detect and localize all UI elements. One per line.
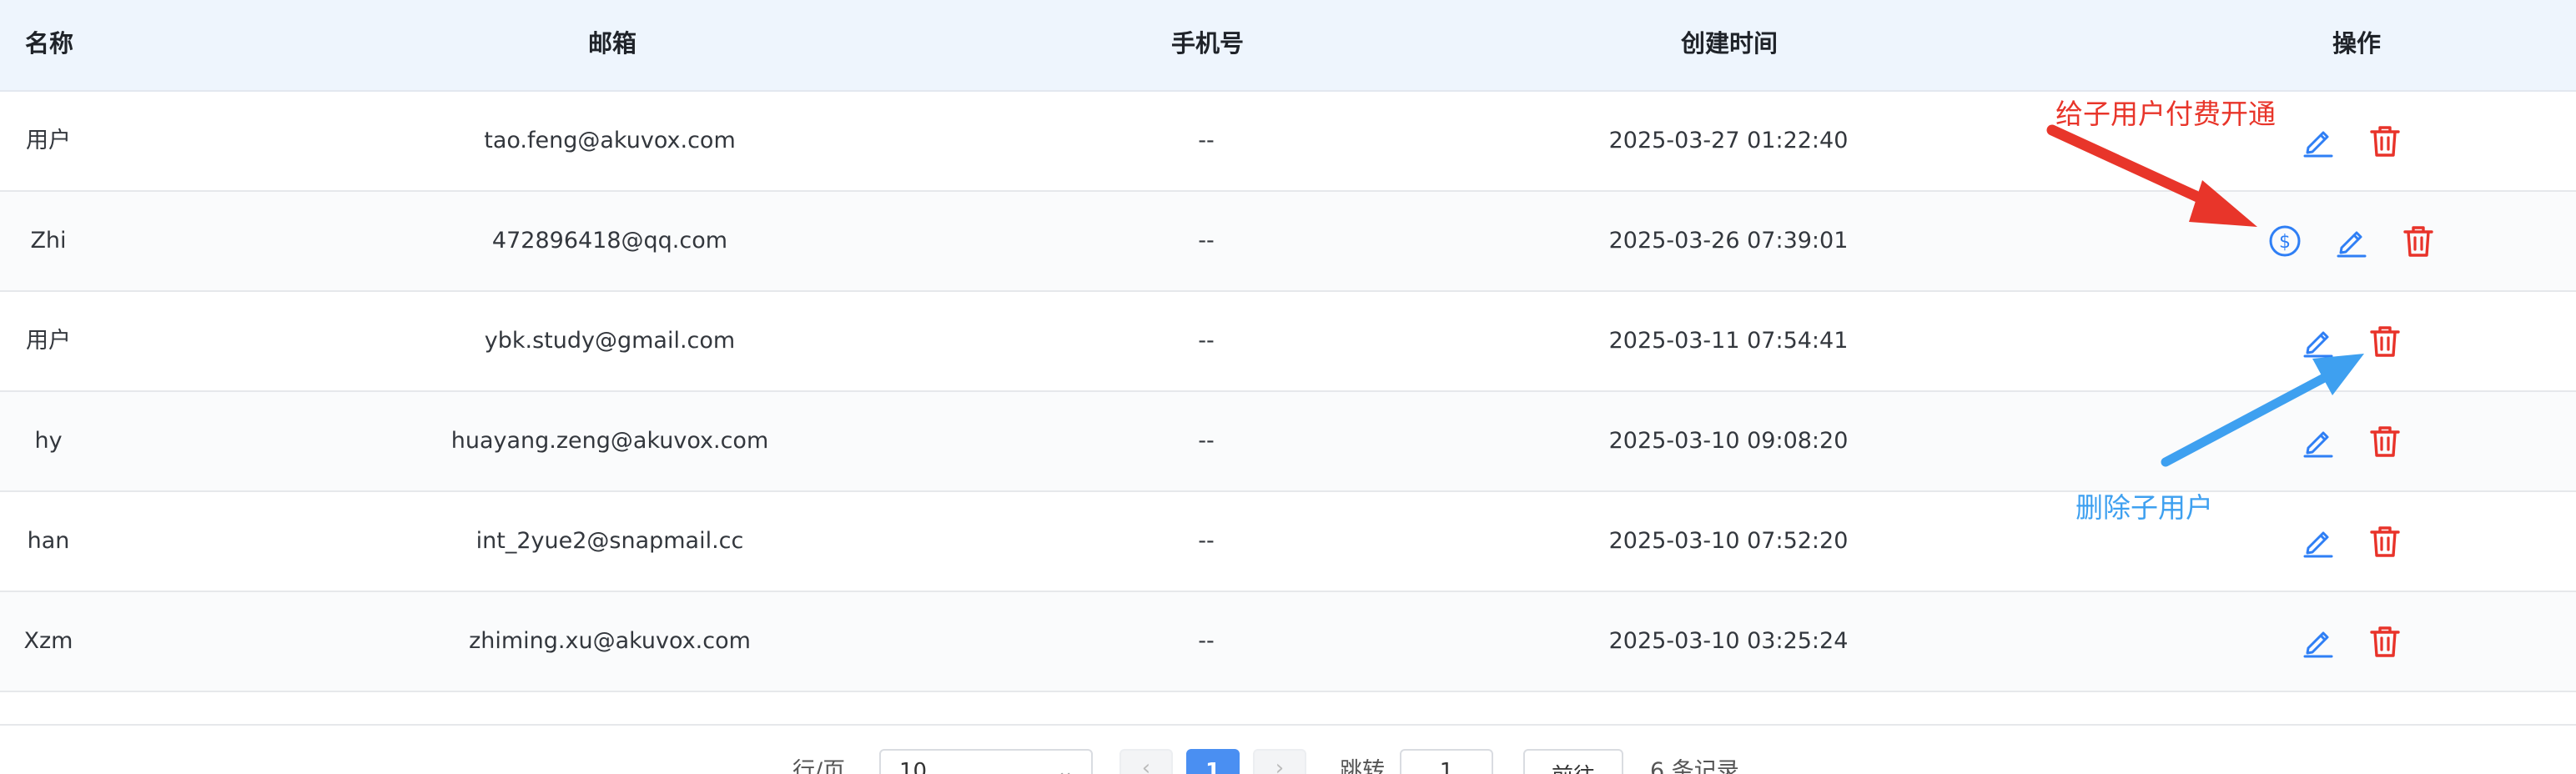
trash-icon[interactable] [2366, 322, 2404, 360]
cell-created: 2025-03-27 01:22:40 [1608, 128, 1849, 153]
cell-email: int_2yue2@snapmail.cc [475, 528, 744, 554]
cell-phone: -- [1198, 228, 1215, 254]
page-1-button[interactable]: 1 [1186, 749, 1240, 774]
cell-name: 用户 [26, 328, 71, 354]
svg-text:$: $ [2279, 232, 2291, 253]
cell-phone: -- [1198, 628, 1215, 654]
cell-created: 2025-03-11 07:54:41 [1608, 328, 1849, 354]
cell-created: 2025-03-10 07:52:20 [1608, 528, 1849, 554]
table-row: Zhi 472896418@qq.com -- 2025-03-26 07:39:01… [0, 192, 2576, 292]
edit-pencil-icon[interactable] [2299, 122, 2337, 160]
cell-created: 2025-03-10 03:25:24 [1608, 628, 1849, 654]
edit-pencil-icon[interactable] [2299, 422, 2337, 460]
cell-phone: -- [1198, 428, 1215, 454]
rows-per-page-select[interactable]: 10 ⌄ [879, 749, 1093, 774]
cell-email: ybk.study@gmail.com [484, 328, 736, 354]
cell-email: huayang.zeng@akuvox.com [450, 428, 769, 454]
delete-annotation: 删除子用户 [2075, 491, 2213, 524]
rows-per-page-value: 10 [899, 759, 928, 774]
cell-email: tao.feng@akuvox.com [484, 128, 736, 153]
prev-page-button[interactable]: ‹ [1119, 749, 1173, 774]
pagination: 行/页 10 ⌄ ‹ 1 › 跳转 1 前往 6 条记录 [0, 726, 2576, 774]
trash-icon[interactable] [2366, 522, 2404, 560]
table-row: Xzm zhiming.xu@akuvox.com -- 2025-03-10 03:… [0, 592, 2576, 692]
trash-icon[interactable] [2399, 222, 2438, 260]
cell-email: 472896418@qq.com [491, 228, 728, 254]
cell-phone: -- [1198, 328, 1215, 354]
jump-label: 跳转 [1340, 758, 1385, 774]
edit-pencil-icon[interactable] [2299, 522, 2337, 560]
cell-name: Zhi [30, 228, 67, 254]
table-header: 名称 邮箱 手机号 创建时间 操作 [0, 0, 2576, 92]
col-header-email: 邮箱 [588, 29, 637, 58]
table-row: 用户 ybk.study@gmail.com -- 2025-03-11 07:54:… [0, 292, 2576, 392]
total-records: 6 条记录 [1650, 758, 1739, 774]
col-header-actions: 操作 [2332, 29, 2382, 58]
cell-created: 2025-03-10 09:08:20 [1608, 428, 1849, 454]
cell-name: han [27, 528, 70, 554]
cell-phone: -- [1198, 528, 1215, 554]
dollar-circle-icon[interactable]: $ [2266, 222, 2304, 260]
next-page-button[interactable]: › [1253, 749, 1306, 774]
cell-email: zhiming.xu@akuvox.com [469, 628, 751, 654]
table-row: hy huayang.zeng@akuvox.com -- 2025-03-10 09… [0, 392, 2576, 492]
chevron-down-icon: ⌄ [1056, 759, 1074, 774]
trash-icon[interactable] [2366, 422, 2404, 460]
col-header-name: 名称 [25, 29, 74, 58]
cell-phone: -- [1198, 128, 1215, 153]
col-header-phone: 手机号 [1171, 29, 1245, 58]
trash-icon[interactable] [2366, 622, 2404, 661]
cell-created: 2025-03-26 07:39:01 [1608, 228, 1849, 254]
col-header-created: 创建时间 [1681, 29, 1779, 58]
rows-per-page-label: 行/页 [792, 758, 846, 774]
cell-name: hy [34, 428, 63, 454]
edit-pencil-icon[interactable] [2299, 622, 2337, 661]
edit-pencil-icon[interactable] [2299, 322, 2337, 360]
edit-pencil-icon[interactable] [2332, 222, 2371, 260]
jump-page-input[interactable]: 1 [1400, 749, 1493, 774]
go-button[interactable]: 前往 [1523, 749, 1623, 774]
cell-name: 用户 [26, 128, 71, 153]
trash-icon[interactable] [2366, 122, 2404, 160]
cell-name: Xzm [23, 628, 73, 654]
pay-annotation: 给子用户付费开通 [2055, 98, 2276, 130]
